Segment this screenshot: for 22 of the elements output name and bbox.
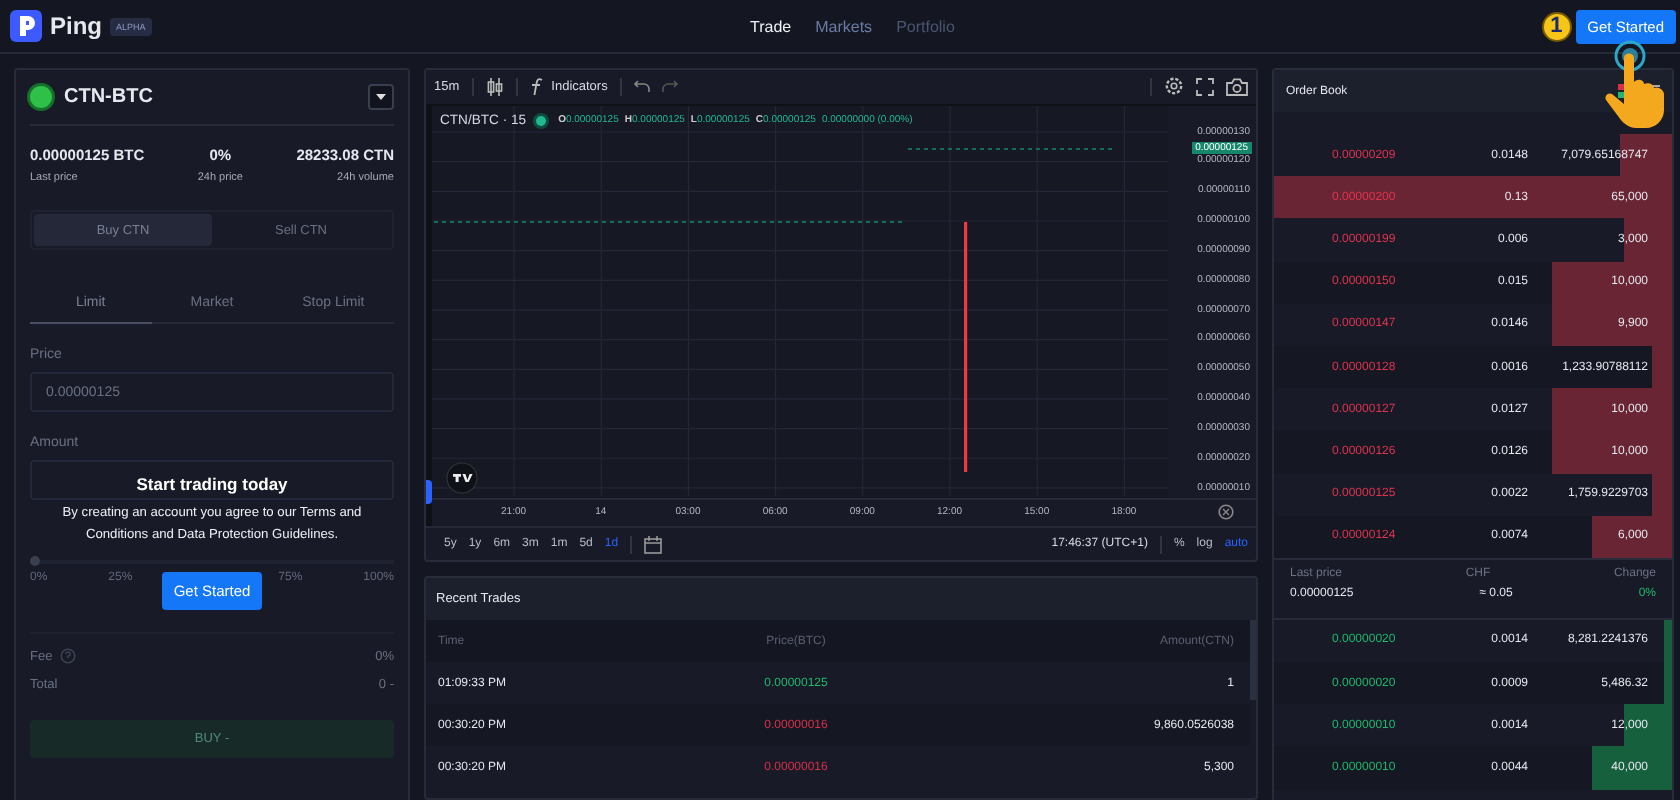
camera-icon[interactable] [1226, 77, 1248, 96]
prompt-title: Start trading today [136, 474, 288, 494]
candles-icon[interactable] [485, 77, 504, 96]
settings-icon[interactable] [1164, 76, 1184, 97]
nav-link[interactable]: Markets [815, 17, 873, 35]
pair-name: CTN-BTC [64, 86, 155, 108]
caret-icon [376, 94, 386, 100]
nav-link[interactable]: Trade [750, 17, 792, 35]
pair-dropdown[interactable] [368, 84, 394, 110]
status-dot-icon [536, 115, 547, 126]
logo-icon [10, 10, 42, 42]
calendar-icon[interactable] [644, 535, 663, 554]
fullscreen-icon[interactable] [1196, 77, 1214, 96]
slider-thumb[interactable] [30, 556, 40, 566]
undo-icon[interactable] [633, 80, 650, 93]
brand-name: Ping [50, 12, 102, 40]
expand-handle-icon[interactable] [426, 479, 432, 504]
help-icon [60, 648, 77, 664]
coin-icon [30, 86, 52, 108]
function-icon [529, 77, 546, 96]
axis-settings-icon[interactable] [1218, 504, 1234, 521]
tutorial-step-badge: 1 [1541, 11, 1572, 41]
